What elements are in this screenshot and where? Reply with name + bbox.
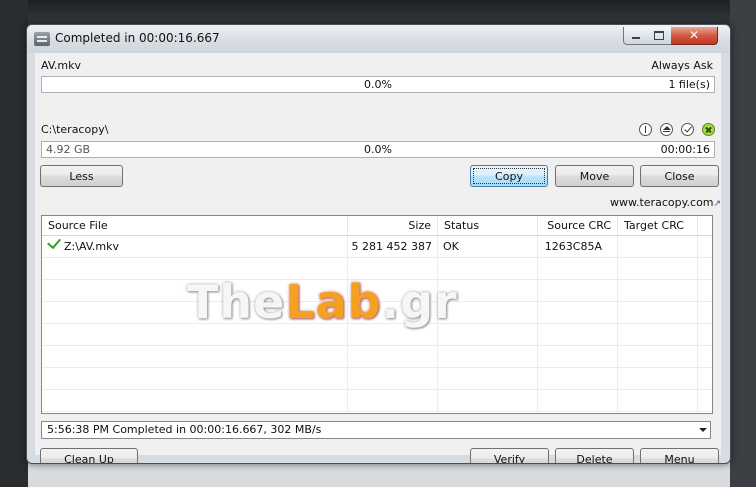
close-icon: ✕: [688, 28, 700, 42]
thelab-watermark: TheLab.gr: [187, 275, 458, 329]
teracopy-link-text: www.teracopy.com: [610, 196, 714, 209]
success-check-icon: [47, 234, 61, 250]
close-window-button[interactable]: ✕: [671, 27, 718, 45]
column-header-label: Target CRC: [624, 219, 684, 232]
less-button[interactable]: Less: [40, 165, 123, 187]
column-header-status[interactable]: Status: [438, 216, 538, 236]
column-header-size[interactable]: Size: [348, 216, 438, 236]
window-title: Completed in 00:00:16.667: [55, 31, 220, 45]
source-progress-bar: 0.0% 1 file(s): [41, 76, 715, 93]
minimize-button[interactable]: [623, 27, 649, 45]
cell-source-file: Z:\AV.mkv: [42, 234, 348, 257]
source-progress-text: 0.0%: [364, 78, 392, 91]
status-text: 5:56:38 PM Completed in 00:00:16.667, 30…: [47, 423, 322, 436]
chevron-down-icon: [699, 428, 707, 432]
column-header-source-crc[interactable]: Source CRC: [538, 216, 618, 236]
verify-button[interactable]: Verify: [470, 448, 549, 463]
copy-mode-dropdown[interactable]: Always Ask: [651, 59, 713, 72]
cell-target-crc: [618, 236, 698, 257]
desktop-strip-left: [0, 0, 28, 487]
clean-up-button[interactable]: Clean Up: [40, 448, 138, 463]
column-header-target-crc[interactable]: Target CRC: [618, 216, 698, 236]
column-header-source-file[interactable]: Source File: [42, 216, 348, 236]
column-header-label: Source CRC: [547, 219, 611, 232]
status-dropdown[interactable]: 5:56:38 PM Completed in 00:00:16.667, 30…: [41, 421, 711, 439]
column-header-label: Source File: [48, 219, 108, 232]
source-file-name: AV.mkv: [41, 59, 82, 72]
delete-button[interactable]: Delete: [555, 448, 634, 463]
title-bar[interactable]: Completed in 00:00:16.667 ✕: [27, 25, 730, 53]
maximize-button[interactable]: [647, 27, 672, 45]
eject-icon[interactable]: [660, 123, 673, 136]
elapsed-time: 00:00:16: [660, 143, 710, 156]
column-header-filler: [698, 216, 712, 236]
target-path: C:\teracopy\: [41, 123, 109, 136]
empty-row: [42, 346, 712, 368]
file-count: 1 file(s): [668, 78, 710, 91]
empty-row: [42, 368, 712, 390]
total-progress-bar: 4.92 GB 0.0% 00:00:16: [41, 141, 715, 158]
teracopy-link[interactable]: www.teracopy.com↗: [610, 196, 721, 209]
teracopy-window: Completed in 00:00:16.667 ✕ AV.mkv Alway…: [26, 24, 731, 464]
desktop-strip-right: [730, 0, 756, 487]
cell-status: OK: [438, 236, 538, 257]
table-row[interactable]: Z:\AV.mkv 5 281 452 387 OK 1263C85A: [42, 234, 712, 258]
total-progress-text: 0.0%: [364, 143, 392, 156]
menu-button[interactable]: Menu: [640, 448, 719, 463]
cell-size: 5 281 452 387: [348, 236, 438, 257]
check-icon[interactable]: [681, 123, 694, 136]
column-header-label: Size: [408, 219, 431, 232]
move-button[interactable]: Move: [555, 165, 634, 187]
client-area: AV.mkv Always Ask 0.0% 1 file(s) C:\tera…: [35, 53, 721, 463]
empty-row: [42, 390, 712, 412]
watermark-text: The: [187, 275, 286, 329]
external-link-icon: ↗: [713, 199, 722, 209]
column-header-label: Status: [444, 219, 480, 232]
cell-source-crc: 1263C85A: [538, 236, 618, 257]
cell-source-file-text: Z:\AV.mkv: [64, 240, 119, 253]
close-button[interactable]: Close: [640, 165, 719, 187]
watermark-text-suffix: .gr: [381, 275, 458, 329]
watermark-text-accent: Lab: [285, 275, 382, 329]
cancel-icon[interactable]: [702, 123, 715, 136]
info-icon[interactable]: [639, 123, 652, 136]
copy-button[interactable]: Copy: [470, 165, 548, 187]
teracopy-app-icon: [34, 32, 50, 46]
